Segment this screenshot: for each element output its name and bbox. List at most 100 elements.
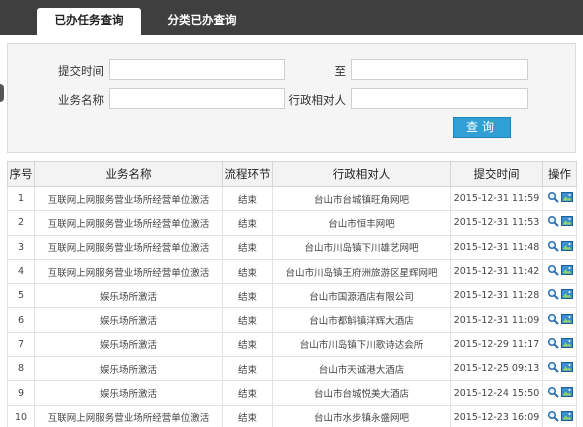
image-icon[interactable] <box>560 313 573 328</box>
cell-process-step: 结束 <box>222 331 273 358</box>
cell-business-name: 互联网上网服务营业场所经营单位激活 <box>34 234 223 260</box>
cell-index: 4 <box>7 258 35 285</box>
table-row[interactable]: 8 娱乐场所激活 结束 台山市天诚港大酒店 2015-12-25 09:13 <box>7 356 577 382</box>
table-row[interactable]: 2 互联网上网服务营业场所经营单位激活 结束 台山市恒丰网吧 2015-12-31 11… <box>7 210 577 236</box>
cell-business-name: 娱乐场所激活 <box>34 307 223 333</box>
image-icon[interactable] <box>560 337 573 352</box>
business-name-label: 业务名称 <box>58 93 104 107</box>
cell-counterpart: 台山市台城镇旺角网吧 <box>272 185 451 212</box>
cell-submit-time: 2015-12-31 11:59 <box>450 185 543 212</box>
cell-process-step: 结束 <box>222 283 273 309</box>
magnifier-icon[interactable] <box>547 410 559 425</box>
cell-submit-time: 2015-12-24 15:50 <box>450 380 543 406</box>
cell-business-name: 互联网上网服务营业场所经营单位激活 <box>34 185 223 212</box>
table-header-row: 序号 业务名称 流程环节 行政相对人 提交时间 操作 <box>7 161 577 187</box>
cell-actions <box>542 185 577 212</box>
magnifier-icon[interactable] <box>547 215 559 230</box>
query-button[interactable]: 查询 <box>453 117 511 138</box>
cell-process-step: 结束 <box>222 356 273 382</box>
magnifier-icon[interactable] <box>547 386 559 401</box>
cell-counterpart: 台山市水步镇永盛网吧 <box>272 404 451 427</box>
cell-index: 3 <box>7 234 35 260</box>
magnifier-icon[interactable] <box>547 361 559 376</box>
table-row[interactable]: 10 互联网上网服务营业场所经营单位激活 结束 台山市水步镇永盛网吧 2015-12-2… <box>7 404 577 427</box>
table-row[interactable]: 1 互联网上网服务营业场所经营单位激活 结束 台山市台城镇旺角网吧 2015-12-31… <box>7 185 577 212</box>
table-body: 1 互联网上网服务营业场所经营单位激活 结束 台山市台城镇旺角网吧 2015-12-31… <box>7 185 577 427</box>
cell-index: 5 <box>7 283 35 309</box>
cell-actions <box>542 234 577 260</box>
cell-business-name: 娱乐场所激活 <box>34 283 223 309</box>
cell-process-step: 结束 <box>222 380 273 406</box>
table-row[interactable]: 6 娱乐场所激活 结束 台山市都斛镇洋辉大酒店 2015-12-31 11:09 <box>7 307 577 333</box>
cell-submit-time: 2015-12-25 09:13 <box>450 356 543 382</box>
magnifier-icon[interactable] <box>547 288 559 303</box>
image-icon[interactable] <box>560 191 573 206</box>
cell-index: 9 <box>7 380 35 406</box>
counterpart-label: 行政相对人 <box>288 93 347 107</box>
col-header-submit-time[interactable]: 提交时间 <box>450 161 543 187</box>
col-header-business-name[interactable]: 业务名称 <box>34 161 223 187</box>
cell-counterpart: 台山市台城悦美大酒店 <box>272 380 451 406</box>
magnifier-icon[interactable] <box>547 191 559 206</box>
image-icon[interactable] <box>560 410 573 425</box>
table-row[interactable]: 7 娱乐场所激活 结束 台山市川岛镇下川歌诗达会所 2015-12-29 11:17 <box>7 331 577 358</box>
submit-time-from-input[interactable] <box>109 59 285 80</box>
cell-submit-time: 2015-12-31 11:28 <box>450 283 543 309</box>
cell-process-step: 结束 <box>222 307 273 333</box>
cell-index: 7 <box>7 331 35 358</box>
cell-business-name: 娱乐场所激活 <box>34 356 223 382</box>
image-icon[interactable] <box>560 361 573 376</box>
cell-index: 8 <box>7 356 35 382</box>
cell-counterpart: 台山市都斛镇洋辉大酒店 <box>272 307 451 333</box>
cell-process-step: 结束 <box>222 185 273 212</box>
magnifier-icon[interactable] <box>547 337 559 352</box>
col-header-process-step[interactable]: 流程环节 <box>222 161 273 187</box>
cell-business-name: 互联网上网服务营业场所经营单位激活 <box>34 404 223 427</box>
cell-actions <box>542 404 577 427</box>
table-row[interactable]: 4 互联网上网服务营业场所经营单位激活 结束 台山市川岛镇王府洲旅游区星辉网吧 2015… <box>7 258 577 285</box>
cell-actions <box>542 356 577 382</box>
submit-time-label: 提交时间 <box>58 64 104 78</box>
cell-counterpart: 台山市川岛镇王府洲旅游区星辉网吧 <box>272 258 451 285</box>
magnifier-icon[interactable] <box>547 264 559 279</box>
side-collapse-handle[interactable] <box>0 84 4 102</box>
tab-bar: 已办任务查询 分类已办查询 <box>0 0 583 35</box>
magnifier-icon[interactable] <box>547 313 559 328</box>
table-row[interactable]: 9 娱乐场所激活 结束 台山市台城悦美大酒店 2015-12-24 15:50 <box>7 380 577 406</box>
cell-actions <box>542 331 577 358</box>
table-row[interactable]: 3 互联网上网服务营业场所经营单位激活 结束 台山市川岛镇下川雄艺网吧 2015-12-… <box>7 234 577 260</box>
tab-completed-tasks[interactable]: 已办任务查询 <box>37 8 141 35</box>
table-row[interactable]: 5 娱乐场所激活 结束 台山市国源酒店有限公司 2015-12-31 11:28 <box>7 283 577 309</box>
cell-process-step: 结束 <box>222 404 273 427</box>
cell-process-step: 结束 <box>222 210 273 236</box>
image-icon[interactable] <box>560 264 573 279</box>
cell-index: 2 <box>7 210 35 236</box>
cell-submit-time: 2015-12-29 11:17 <box>450 331 543 358</box>
cell-submit-time: 2015-12-23 16:09 <box>450 404 543 427</box>
col-header-counterpart[interactable]: 行政相对人 <box>272 161 451 187</box>
submit-time-to-input[interactable] <box>351 59 528 80</box>
cell-counterpart: 台山市川岛镇下川歌诗达会所 <box>272 331 451 358</box>
cell-actions <box>542 307 577 333</box>
business-name-input[interactable] <box>109 88 285 109</box>
cell-submit-time: 2015-12-31 11:42 <box>450 258 543 285</box>
magnifier-icon[interactable] <box>547 240 559 255</box>
col-header-index: 序号 <box>7 161 35 187</box>
counterpart-input[interactable] <box>351 88 528 109</box>
cell-business-name: 娱乐场所激活 <box>34 380 223 406</box>
tab-category-completed[interactable]: 分类已办查询 <box>150 8 254 35</box>
image-icon[interactable] <box>560 215 573 230</box>
cell-business-name: 互联网上网服务营业场所经营单位激活 <box>34 210 223 236</box>
search-panel: 提交时间 至 业务名称 行政相对人 查询 <box>7 43 576 153</box>
cell-counterpart: 台山市天诚港大酒店 <box>272 356 451 382</box>
cell-submit-time: 2015-12-31 11:09 <box>450 307 543 333</box>
cell-counterpart: 台山市国源酒店有限公司 <box>272 283 451 309</box>
image-icon[interactable] <box>560 288 573 303</box>
to-label: 至 <box>334 64 347 78</box>
cell-index: 10 <box>7 404 35 427</box>
cell-actions <box>542 258 577 285</box>
image-icon[interactable] <box>560 240 573 255</box>
cell-actions <box>542 210 577 236</box>
cell-counterpart: 台山市川岛镇下川雄艺网吧 <box>272 234 451 260</box>
image-icon[interactable] <box>560 386 573 401</box>
